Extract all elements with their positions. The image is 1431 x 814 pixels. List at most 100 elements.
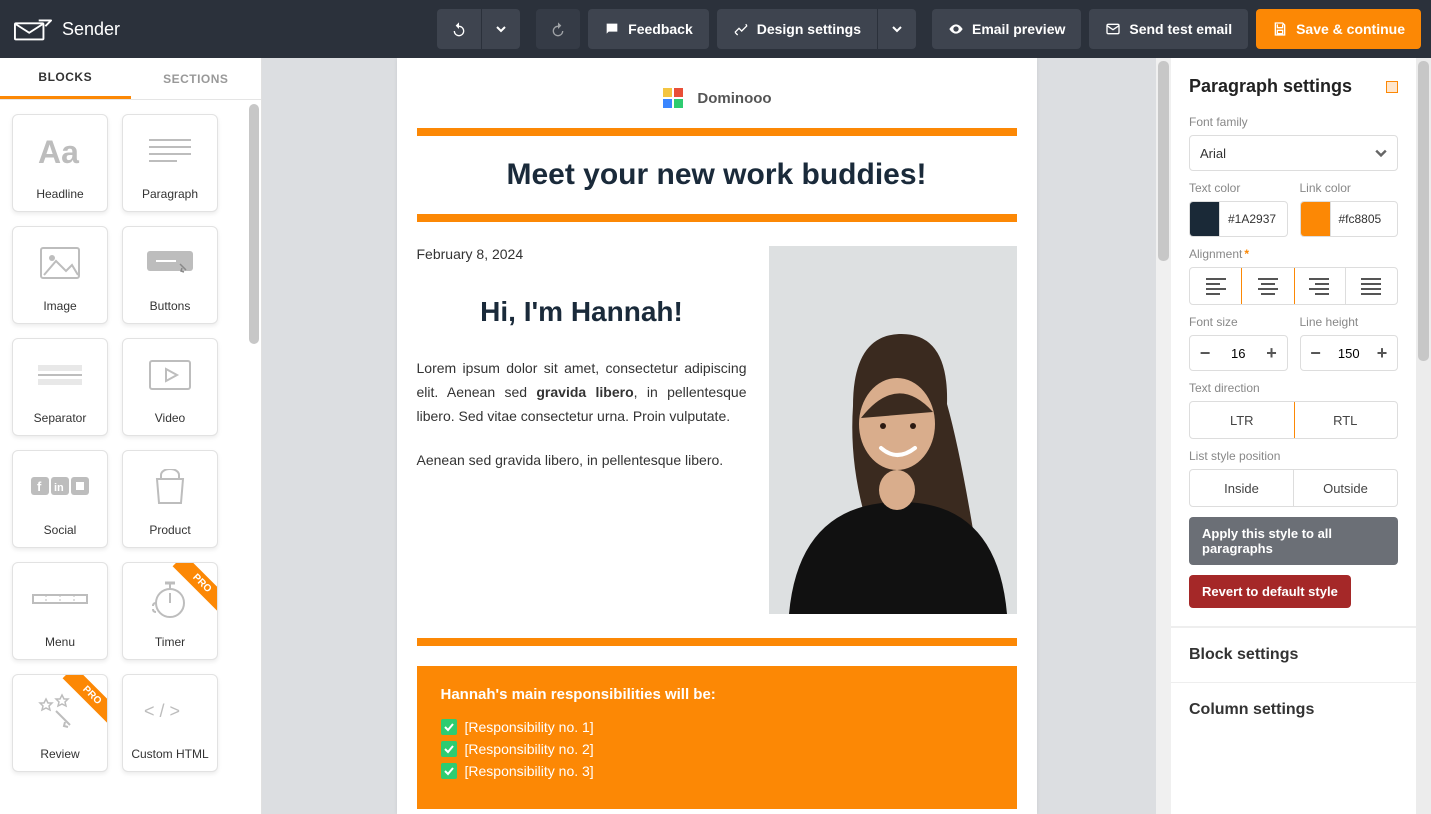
responsibilities-title: Hannah's main responsibilities will be: [441, 686, 993, 703]
send-icon [1105, 21, 1121, 37]
block-paragraph[interactable]: Paragraph [122, 114, 218, 212]
block-label: Image [43, 299, 76, 313]
alignment-label: Alignment* [1189, 247, 1398, 261]
block-label: Video [155, 411, 185, 425]
font-size-value[interactable]: 16 [1220, 346, 1257, 361]
undo-icon [451, 21, 467, 37]
canvas-area: Dominooo Meet your new work buddies! Feb… [262, 58, 1171, 814]
block-label: Buttons [150, 299, 191, 313]
block-label: Separator [34, 411, 87, 425]
paragraph-settings-header[interactable]: Paragraph settings [1171, 58, 1416, 105]
list-outside[interactable]: Outside [1294, 470, 1397, 506]
link-color-label: Link color [1300, 181, 1399, 195]
email-brand-header: Dominooo [397, 58, 1037, 128]
menu-icon [32, 563, 88, 635]
block-menu[interactable]: Menu [12, 562, 108, 660]
right-scrollbar[interactable] [1416, 58, 1431, 814]
tab-sections[interactable]: SECTIONS [131, 58, 262, 99]
responsibility-item: [Responsibility no. 2] [441, 741, 993, 757]
font-size-increment[interactable]: + [1257, 336, 1287, 370]
line-height-value[interactable]: 150 [1331, 346, 1368, 361]
responsibility-item: [Responsibility no. 3] [441, 763, 993, 779]
sidebar-tabs: BLOCKS SECTIONS [0, 58, 261, 100]
block-timer[interactable]: TimerPRO [122, 562, 218, 660]
feedback-button[interactable]: Feedback [588, 9, 709, 49]
app-logo[interactable]: Sender [10, 17, 120, 41]
html-icon: < / > [144, 675, 196, 747]
buttons-icon [146, 227, 194, 299]
block-label: Paragraph [142, 187, 198, 201]
apply-all-button[interactable]: Apply this style to all paragraphs [1189, 517, 1398, 565]
headline-icon: Aa [34, 115, 86, 187]
svg-text:in: in [54, 482, 64, 494]
person-image [769, 246, 1017, 614]
align-right[interactable] [1294, 268, 1346, 304]
separator-icon [36, 339, 84, 411]
email-canvas[interactable]: Dominooo Meet your new work buddies! Feb… [397, 58, 1037, 814]
tools-icon [733, 21, 749, 37]
settings-indicator-icon [1386, 81, 1398, 93]
divider-bar [417, 214, 1017, 222]
save-continue-button[interactable]: Save & continue [1256, 9, 1421, 49]
canvas-scrollbar[interactable] [1156, 58, 1171, 814]
list-inside[interactable]: Inside [1190, 470, 1294, 506]
redo-button[interactable] [536, 9, 580, 49]
block-review[interactable]: ReviewPRO [12, 674, 108, 772]
block-separator[interactable]: Separator [12, 338, 108, 436]
line-height-decrement[interactable]: − [1301, 336, 1331, 370]
product-icon [153, 451, 187, 523]
block-video[interactable]: Video [122, 338, 218, 436]
block-settings-header[interactable]: Block settings [1171, 627, 1416, 682]
block-label: Headline [36, 187, 83, 201]
responsibility-item: [Responsibility no. 1] [441, 719, 993, 735]
block-social[interactable]: finSocial [12, 450, 108, 548]
send-test-button[interactable]: Send test email [1089, 9, 1248, 49]
font-family-select[interactable]: Arial [1189, 135, 1398, 171]
link-color-input[interactable]: #fc8805 [1300, 201, 1399, 237]
chevron-down-icon [892, 24, 902, 34]
chevron-down-icon [1375, 147, 1387, 159]
topbar-actions: Feedback Design settings Email preview S… [437, 9, 1421, 49]
text-color-input[interactable]: #1A2937 [1189, 201, 1288, 237]
divider-bar [417, 638, 1017, 646]
block-buttons[interactable]: Buttons [122, 226, 218, 324]
profile-photo[interactable] [769, 246, 1017, 614]
text-color-label: Text color [1189, 181, 1288, 195]
block-headline[interactable]: AaHeadline [12, 114, 108, 212]
direction-rtl[interactable]: RTL [1294, 402, 1398, 438]
block-product[interactable]: Product [122, 450, 218, 548]
revert-button[interactable]: Revert to default style [1189, 575, 1351, 608]
font-size-label: Font size [1189, 315, 1288, 329]
block-image[interactable]: Image [12, 226, 108, 324]
line-height-label: Line height [1300, 315, 1399, 329]
direction-ltr[interactable]: LTR [1189, 401, 1295, 439]
align-justify[interactable] [1346, 268, 1397, 304]
align-left[interactable] [1190, 268, 1242, 304]
social-icon: fin [30, 451, 90, 523]
design-settings-button[interactable]: Design settings [717, 9, 877, 49]
paragraph-2[interactable]: Aenean sed gravida libero, in pellentesq… [417, 448, 747, 472]
greeting[interactable]: Hi, I'm Hannah! [417, 296, 747, 328]
block-label: Product [149, 523, 190, 537]
align-center[interactable] [1241, 267, 1294, 305]
undo-button[interactable] [437, 9, 481, 49]
redo-icon [550, 21, 566, 37]
font-family-label: Font family [1189, 115, 1398, 129]
email-title[interactable]: Meet your new work buddies! [397, 136, 1037, 214]
email-date[interactable]: February 8, 2024 [417, 246, 747, 262]
tab-blocks[interactable]: BLOCKS [0, 58, 131, 99]
block-html[interactable]: < / >Custom HTML [122, 674, 218, 772]
brand-logo-icon [661, 86, 685, 110]
column-settings-header[interactable]: Column settings [1171, 682, 1416, 737]
responsibilities-block[interactable]: Hannah's main responsibilities will be: … [417, 666, 1017, 809]
undo-dropdown-button[interactable] [481, 9, 520, 49]
paragraph-1[interactable]: Lorem ipsum dolor sit amet, consectetur … [417, 356, 747, 428]
line-height-increment[interactable]: + [1367, 336, 1397, 370]
sender-logo-icon [14, 17, 52, 41]
email-preview-button[interactable]: Email preview [932, 9, 1081, 49]
design-settings-dropdown[interactable] [877, 9, 916, 49]
paragraph-icon [147, 115, 193, 187]
settings-panel: Paragraph settings Font family Arial Tex… [1171, 58, 1416, 814]
text-direction-label: Text direction [1189, 381, 1398, 395]
font-size-decrement[interactable]: − [1190, 336, 1220, 370]
